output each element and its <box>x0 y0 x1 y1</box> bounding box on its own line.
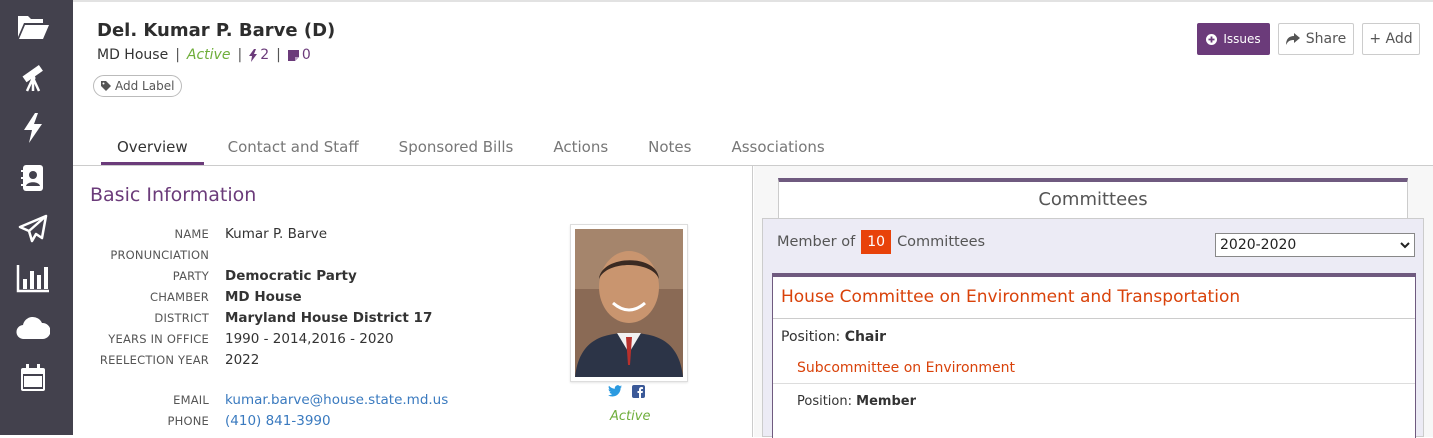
profile-subline: MD House | Active | 2 | 0 <box>97 47 311 63</box>
member-of-summary: Member of 10 Committees <box>777 230 985 254</box>
info-label: District <box>154 310 209 325</box>
tab-notes[interactable]: Notes <box>632 132 707 165</box>
committees-panel: Committees Member of 10 Committees 2020-… <box>754 166 1433 438</box>
chamber-text: MD House <box>97 47 169 63</box>
phone-link[interactable]: (410) 841-3990 <box>225 413 331 429</box>
committee-card: House Committee on Environment and Trans… <box>772 273 1416 438</box>
profile-photo <box>575 229 683 377</box>
year-select[interactable]: 2020-2020 <box>1215 233 1415 257</box>
separator: | <box>276 47 281 63</box>
committee-position: Position: Chair <box>781 329 886 345</box>
paper-plane-icon[interactable] <box>16 213 50 245</box>
issues-label: Issues <box>1223 32 1261 46</box>
cloud-icon[interactable] <box>16 312 50 344</box>
status-text: Active <box>186 47 231 63</box>
tag-icon <box>101 81 111 91</box>
info-value: MD House <box>225 288 302 305</box>
info-row-name: Name Kumar P. Barve <box>73 223 573 244</box>
year-select-value: 2020-2020 <box>1220 237 1297 253</box>
info-label: Chamber <box>149 289 209 304</box>
committee-count-badge: 10 <box>861 230 892 254</box>
social-links <box>608 385 645 398</box>
twitter-icon[interactable] <box>608 385 622 397</box>
share-arrow-icon <box>1285 33 1300 45</box>
actions-count-link[interactable]: 2 <box>249 47 269 63</box>
member-of-suffix: Committees <box>897 234 986 250</box>
divider <box>773 383 1415 384</box>
add-button[interactable]: + Add <box>1362 23 1420 55</box>
plus-circle-icon <box>1206 33 1218 45</box>
bar-chart-icon[interactable] <box>16 262 50 294</box>
info-value: Maryland House District 17 <box>225 309 433 326</box>
email-link[interactable]: kumar.barve@house.state.md.us <box>225 392 448 408</box>
facebook-icon[interactable] <box>632 385 645 398</box>
info-row-years-in-office: Years in Office 1990 - 2014,2016 - 2020 <box>73 328 573 349</box>
tab-actions[interactable]: Actions <box>537 132 624 165</box>
info-label: Name <box>174 226 209 241</box>
position-label: Position: <box>781 329 841 345</box>
info-row-email: Email kumar.barve@house.state.md.us <box>73 389 573 410</box>
info-row-district: District Maryland House District 17 <box>73 307 573 328</box>
info-value: Democratic Party <box>225 267 357 284</box>
info-row-party: Party Democratic Party <box>73 265 573 286</box>
contact-book-icon[interactable] <box>16 162 50 194</box>
committees-header: Committees <box>778 178 1408 218</box>
subcommittee-name-link[interactable]: Subcommittee on Environment <box>797 360 1015 376</box>
notes-count: 0 <box>301 47 311 63</box>
tab-associations[interactable]: Associations <box>715 132 840 165</box>
position-value: Member <box>856 394 916 409</box>
tab-bar: Overview Contact and Staff Sponsored Bil… <box>101 132 849 165</box>
lightning-icon <box>249 48 258 62</box>
info-label: Pronunciation <box>110 247 209 262</box>
note-icon <box>287 49 299 61</box>
info-row-chamber: Chamber MD House <box>73 286 573 307</box>
position-value: Chair <box>844 329 887 345</box>
calendar-icon[interactable] <box>16 362 50 394</box>
photo-status-text: Active <box>610 409 651 424</box>
position-label: Position: <box>797 394 852 409</box>
separator: | <box>237 47 243 63</box>
info-value: 1990 - 2014,2016 - 2020 <box>225 330 394 347</box>
tab-contact-and-staff[interactable]: Contact and Staff <box>212 132 375 165</box>
folder-open-icon[interactable] <box>16 11 50 43</box>
sidebar <box>0 0 73 435</box>
committee-name-link[interactable]: House Committee on Environment and Trans… <box>781 287 1240 307</box>
chevron-down-icon <box>1400 241 1410 248</box>
info-value: Kumar P. Barve <box>225 225 328 242</box>
tab-sponsored-bills[interactable]: Sponsored Bills <box>383 132 530 165</box>
add-label: + Add <box>1369 31 1413 47</box>
issues-button[interactable]: Issues <box>1197 23 1270 55</box>
share-label: Share <box>1305 31 1347 47</box>
info-label: Email <box>173 392 209 407</box>
add-label-text: Add Label <box>115 79 175 93</box>
profile-photo-frame <box>570 224 688 382</box>
info-label: Party <box>172 268 209 283</box>
member-of-prefix: Member of <box>777 234 856 250</box>
basic-information-panel: Basic Information Name Kumar P. Barve Pr… <box>73 166 753 437</box>
add-label-button[interactable]: Add Label <box>93 75 183 97</box>
info-row-phone: Phone (410) 841-3990 <box>73 410 573 431</box>
separator: | <box>175 47 180 63</box>
divider <box>773 318 1415 319</box>
info-label: Phone <box>167 413 209 428</box>
subcommittee-position: Position: Member <box>797 394 916 409</box>
telescope-icon[interactable] <box>16 62 50 94</box>
info-label: Reelection Year <box>99 352 209 367</box>
lightning-icon[interactable] <box>16 112 50 144</box>
info-label: Years in Office <box>108 331 209 346</box>
tab-overview[interactable]: Overview <box>101 132 204 165</box>
info-row-reelection-year: Reelection Year 2022 <box>73 349 573 370</box>
actions-count: 2 <box>260 47 270 63</box>
share-button[interactable]: Share <box>1278 23 1354 55</box>
main-content: Del. Kumar P. Barve (D) MD House | Activ… <box>73 0 1433 438</box>
committees-body: Member of 10 Committees 2020-2020 House … <box>762 218 1424 438</box>
info-row-pronunciation: Pronunciation <box>73 244 573 265</box>
section-title: Basic Information <box>90 184 257 206</box>
info-value: 2022 <box>225 351 260 368</box>
notes-count-link[interactable]: 0 <box>287 47 311 63</box>
page-title: Del. Kumar P. Barve (D) <box>97 20 336 41</box>
